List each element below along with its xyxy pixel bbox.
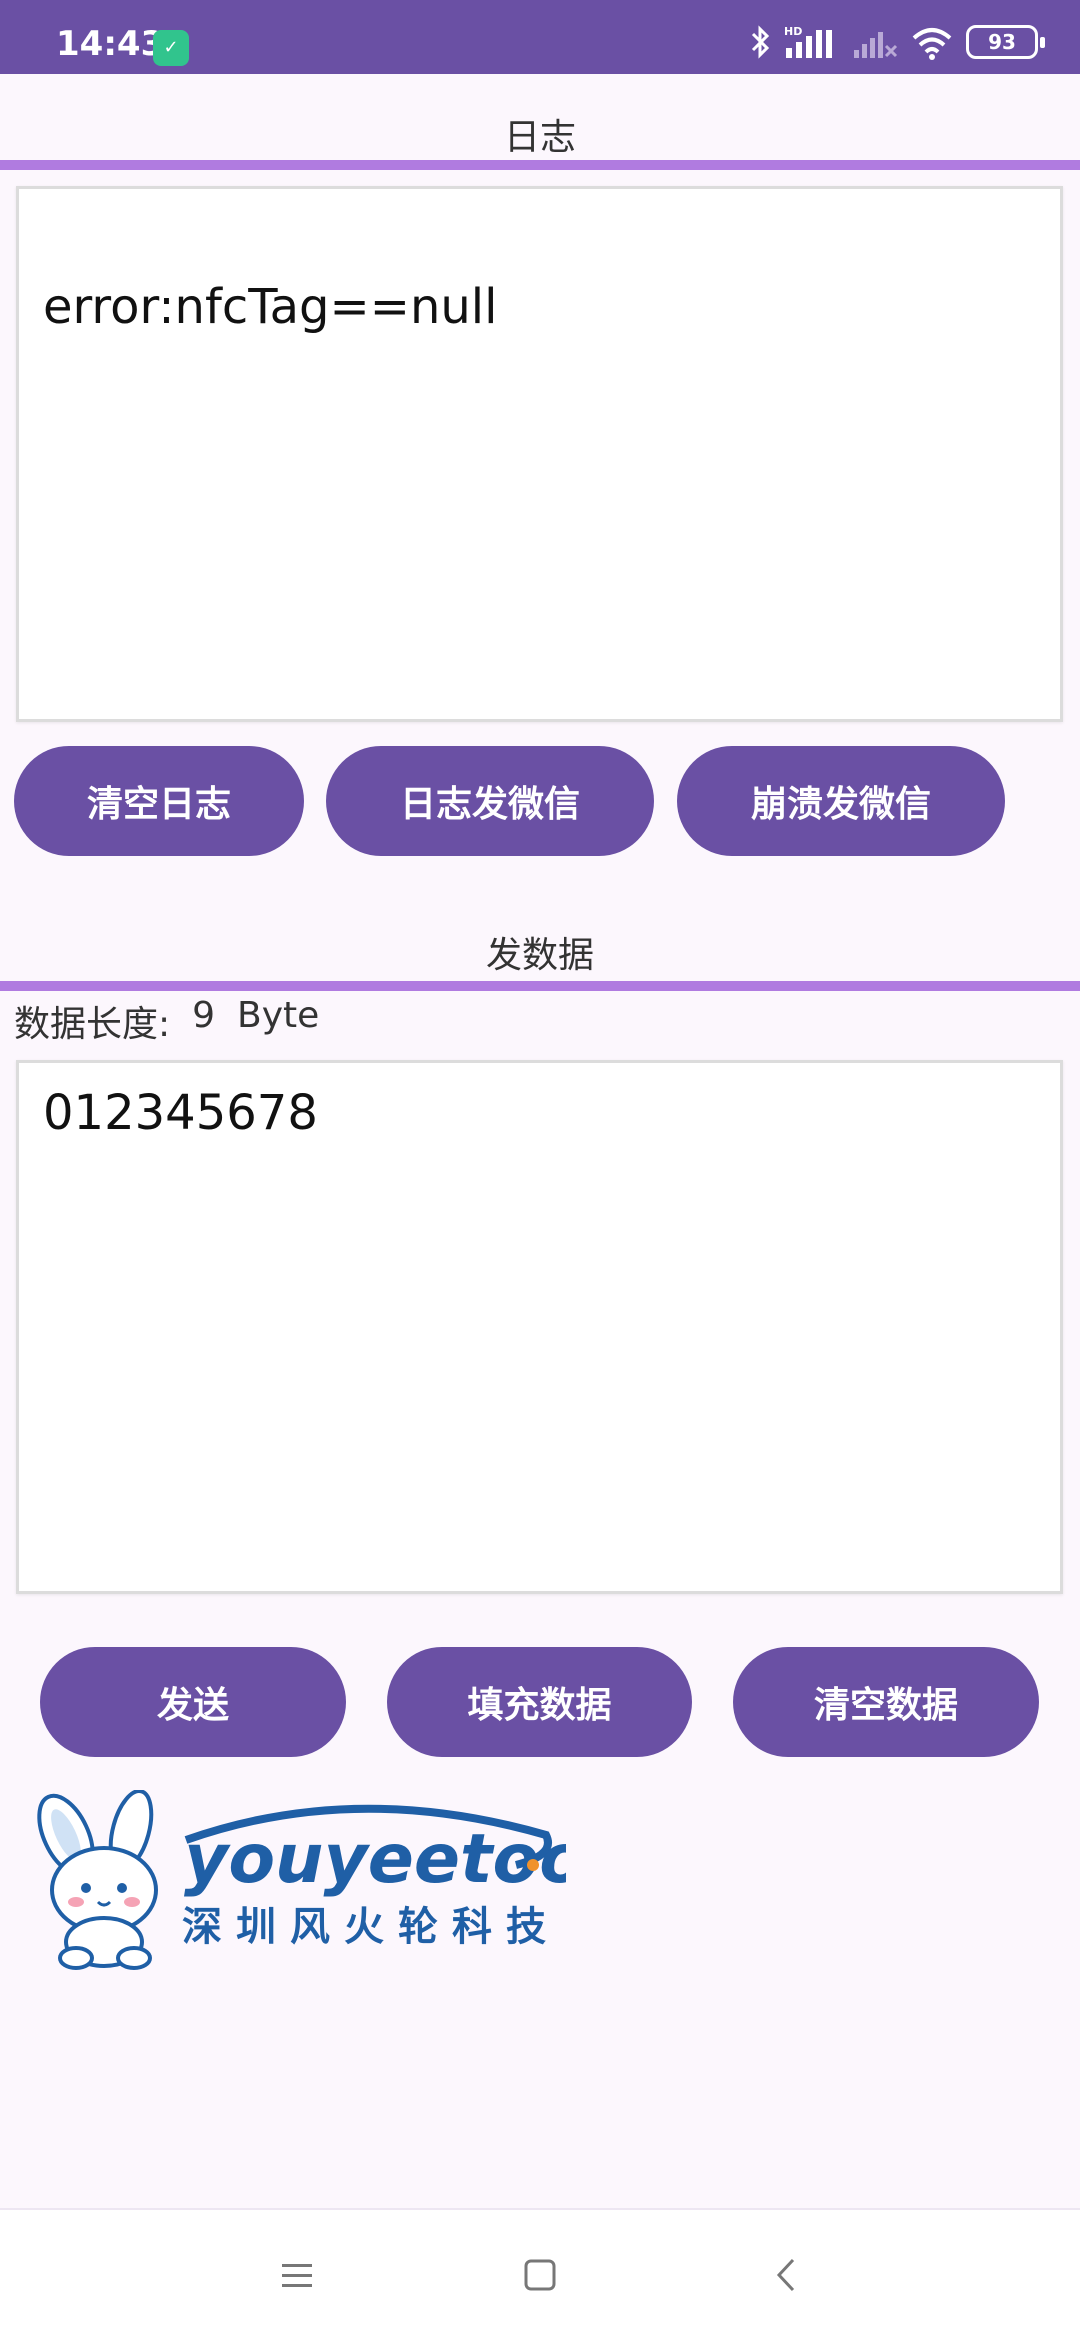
log-output-box[interactable]: error:nfcTag==null <box>16 186 1063 722</box>
cell-signal-hd-icon: HD <box>784 24 840 60</box>
menu-icon[interactable] <box>272 2250 322 2300</box>
bluetooth-icon <box>750 24 772 60</box>
send-divider <box>0 981 1080 991</box>
clear-log-button[interactable]: 清空日志 <box>14 746 304 856</box>
system-nav-bar <box>0 2208 1080 2340</box>
network-label: HD <box>784 25 802 38</box>
cell-signal-no-service-icon <box>852 24 898 60</box>
rabbit-mascot-icon: youyeetoo 深圳风火轮科技 <box>37 1789 586 1970</box>
brand-name: youyeetoo <box>184 1820 566 1899</box>
clear-data-button[interactable]: 清空数据 <box>733 1647 1039 1757</box>
send-section-title: 发数据 <box>485 935 594 976</box>
home-icon[interactable] <box>515 2250 565 2300</box>
fill-data-button[interactable]: 填充数据 <box>387 1647 692 1757</box>
back-icon[interactable] <box>763 2250 813 2300</box>
log-section-title: 日志 <box>503 117 576 158</box>
company-logo: youyeetoo 深圳风火轮科技 <box>26 1789 586 1970</box>
data-length-label: 数据长度: <box>14 1004 171 1045</box>
security-shield-icon: ✓ <box>153 30 189 66</box>
wifi-icon <box>910 24 954 60</box>
status-icons: HD 93 <box>750 22 1045 62</box>
status-bar: 14:43 ✓ HD 93 <box>0 0 1080 74</box>
send-log-wechat-button[interactable]: 日志发微信 <box>326 746 654 856</box>
data-input-text[interactable]: 012345678 <box>43 1085 318 1141</box>
status-time: 14:43 <box>56 24 165 64</box>
data-length-unit: Byte <box>237 995 320 1036</box>
send-button[interactable]: 发送 <box>40 1647 346 1757</box>
log-divider <box>0 160 1080 170</box>
log-text: error:nfcTag==null <box>43 279 498 335</box>
data-input-box[interactable]: 012345678 <box>16 1060 1063 1594</box>
company-name: 深圳风火轮科技 <box>182 1904 560 1950</box>
battery-icon: 93 <box>966 25 1045 59</box>
data-length-row: 数据长度: 9 Byte <box>14 995 319 1047</box>
send-crash-wechat-button[interactable]: 崩溃发微信 <box>677 746 1005 856</box>
data-length-value: 9 <box>192 995 216 1036</box>
